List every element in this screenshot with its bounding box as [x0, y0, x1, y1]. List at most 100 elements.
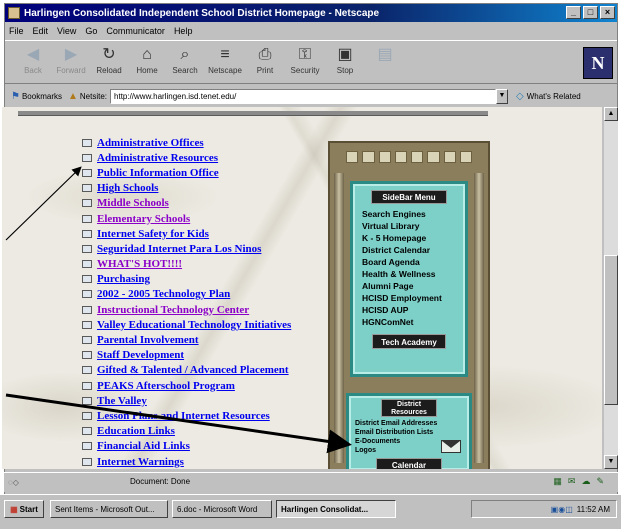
toolbar-shop-button[interactable]: ▤: [365, 44, 405, 82]
tech-academy-button[interactable]: Tech Academy: [372, 334, 446, 349]
toolbar-security-button[interactable]: ⚿ Security: [285, 44, 325, 82]
nav-link[interactable]: Seguridad Internet Para Los Ninos: [97, 243, 261, 255]
nav-link[interactable]: Internet Safety for Kids: [97, 228, 209, 240]
menu-edit[interactable]: Edit: [33, 26, 49, 36]
nav-link[interactable]: Public Information Office: [97, 167, 219, 179]
mail-icon[interactable]: ✉: [568, 476, 576, 487]
nav-link[interactable]: Instructional Technology Center: [97, 304, 249, 316]
toolbar-print-button[interactable]: ⎙ Print: [245, 44, 285, 82]
sidebar-menu-item[interactable]: HGNComNet: [353, 316, 465, 328]
nav-link[interactable]: Purchasing: [97, 273, 150, 285]
toolbar-forward-button[interactable]: ▶ Forward: [51, 44, 91, 82]
newsgroups-icon[interactable]: ☁: [581, 476, 590, 487]
sidebar-menu-item[interactable]: Virtual Library: [353, 220, 465, 232]
menu-communicator[interactable]: Communicator: [106, 26, 165, 36]
nav-link[interactable]: Gifted & Talented / Advanced Placement: [97, 364, 289, 376]
toolbar-back-button[interactable]: ◀ Back: [13, 44, 53, 82]
sidebar-menu-item[interactable]: Health & Wellness: [353, 268, 465, 280]
nav-link[interactable]: Middle Schools: [97, 197, 169, 209]
nav-link[interactable]: WHAT'S HOT!!!!: [97, 258, 182, 270]
link-bullet-icon: [82, 168, 92, 177]
tray-icons[interactable]: ▣◉◫: [551, 505, 573, 514]
nav-link[interactable]: Valley Educational Technology Initiative…: [97, 319, 291, 331]
sidebar-menu-item[interactable]: Alumni Page: [353, 280, 465, 292]
link-bullet-icon: [82, 396, 92, 405]
minimize-button[interactable]: _: [566, 6, 581, 19]
bookmark-icon: ⚑: [11, 90, 20, 102]
print-icon: ⎙: [258, 46, 272, 63]
close-button[interactable]: ×: [600, 6, 615, 19]
sidebar-menu-item[interactable]: Search Engines: [353, 208, 465, 220]
navigator-icon[interactable]: ▦: [553, 476, 562, 487]
link-bullet-icon: [82, 184, 92, 193]
scroll-thumb[interactable]: [604, 255, 618, 405]
sidebar-menu-item[interactable]: Board Agenda: [353, 256, 465, 268]
nav-link[interactable]: PEAKS Afterschool Program: [97, 380, 235, 392]
toolbar-home-button[interactable]: ⌂ Home: [127, 44, 167, 82]
netscape-logo[interactable]: N: [583, 47, 613, 79]
system-tray: ▣◉◫ 11:52 AM: [471, 500, 617, 518]
taskbar-item-netscape[interactable]: Harlingen Consolidat...: [276, 500, 396, 518]
maximize-button[interactable]: □: [583, 6, 598, 19]
scroll-up-button[interactable]: ▲: [604, 107, 618, 121]
link-bullet-icon: [82, 214, 92, 223]
nav-link[interactable]: Staff Development: [97, 349, 184, 361]
title-bar[interactable]: Harlingen Consolidated Independent Schoo…: [5, 4, 617, 22]
resource-link[interactable]: District Email Addresses: [349, 419, 469, 428]
taskbar-item-outlook[interactable]: Sent Items - Microsoft Out...: [50, 500, 168, 518]
vertical-scrollbar[interactable]: ▲ ▼: [604, 107, 618, 469]
page-proxy-icon[interactable]: ▲: [68, 91, 78, 102]
link-bullet-icon: [82, 229, 92, 238]
nav-link[interactable]: Parental Involvement: [97, 334, 199, 346]
resource-link[interactable]: Email Distribution Lists: [349, 428, 469, 437]
link-bullet-icon: [82, 336, 92, 345]
netscape-window-icon: [8, 7, 20, 19]
back-arrow-icon: ◀: [26, 46, 40, 63]
sidebar-menu-item[interactable]: K - 5 Homepage: [353, 232, 465, 244]
list-item: Purchasing: [82, 272, 291, 287]
composer-icon[interactable]: ✎: [596, 476, 604, 487]
link-bullet-icon: [82, 153, 92, 162]
nav-link[interactable]: Lesson Plans and Internet Resources: [97, 410, 270, 422]
menu-view[interactable]: View: [57, 26, 76, 36]
sidebar-menu-item[interactable]: HCISD AUP: [353, 304, 465, 316]
sidebar-menu-item[interactable]: HCISD Employment: [353, 292, 465, 304]
window-title: Harlingen Consolidated Independent Schoo…: [24, 7, 380, 19]
list-item: Administrative Offices: [82, 135, 291, 150]
url-dropdown-button[interactable]: ▼: [496, 88, 509, 104]
bookmarks-button[interactable]: ⚑ Bookmarks: [11, 91, 62, 102]
whats-related-button[interactable]: ◇ What's Related: [516, 91, 581, 102]
list-item: PEAKS Afterschool Program: [82, 378, 291, 393]
nav-link[interactable]: Education Links: [97, 425, 175, 437]
toolbar-netscape-button[interactable]: ≡ Netscape: [205, 44, 245, 82]
toolbar-search-button[interactable]: ⌕ Search: [165, 44, 205, 82]
menu-help[interactable]: Help: [174, 26, 193, 36]
bookmarks-label: Bookmarks: [21, 91, 62, 101]
nav-link[interactable]: Elementary Schools: [97, 213, 190, 225]
left-pillar: [334, 173, 344, 463]
toolbar-stop-button[interactable]: ▣ Stop: [325, 44, 365, 82]
menu-file[interactable]: File: [9, 26, 24, 36]
stop-icon: ▣: [337, 46, 353, 63]
url-field[interactable]: http://www.harlingen.isd.tenet.edu/: [110, 88, 497, 104]
list-item: Parental Involvement: [82, 332, 291, 347]
start-button[interactable]: ▦ Start: [4, 500, 44, 518]
taskbar-item-word[interactable]: 6.doc - Microsoft Word: [172, 500, 272, 518]
nav-link[interactable]: Administrative Resources: [97, 152, 218, 164]
calendar-button[interactable]: Calendar: [376, 458, 442, 469]
nav-link[interactable]: High Schools: [97, 182, 158, 194]
envelope-icon[interactable]: [441, 440, 461, 453]
scroll-down-button[interactable]: ▼: [604, 455, 618, 469]
nav-link[interactable]: Financial Aid Links: [97, 440, 190, 452]
toolbar-reload-button[interactable]: ↻ Reload: [89, 44, 129, 82]
menu-go[interactable]: Go: [85, 26, 97, 36]
nav-link[interactable]: 2002 - 2005 Technology Plan: [97, 288, 230, 300]
link-bullet-icon: [82, 442, 92, 451]
nav-link[interactable]: The Valley: [97, 395, 147, 407]
nav-link[interactable]: Internet Warnings: [97, 456, 184, 468]
security-status-icon[interactable]: ◌◇: [4, 478, 44, 487]
sidebar-menu-item[interactable]: District Calendar: [353, 244, 465, 256]
nav-link[interactable]: Administrative Offices: [97, 137, 204, 149]
window-controls: _ □ ×: [566, 6, 615, 19]
link-bullet-icon: [82, 381, 92, 390]
